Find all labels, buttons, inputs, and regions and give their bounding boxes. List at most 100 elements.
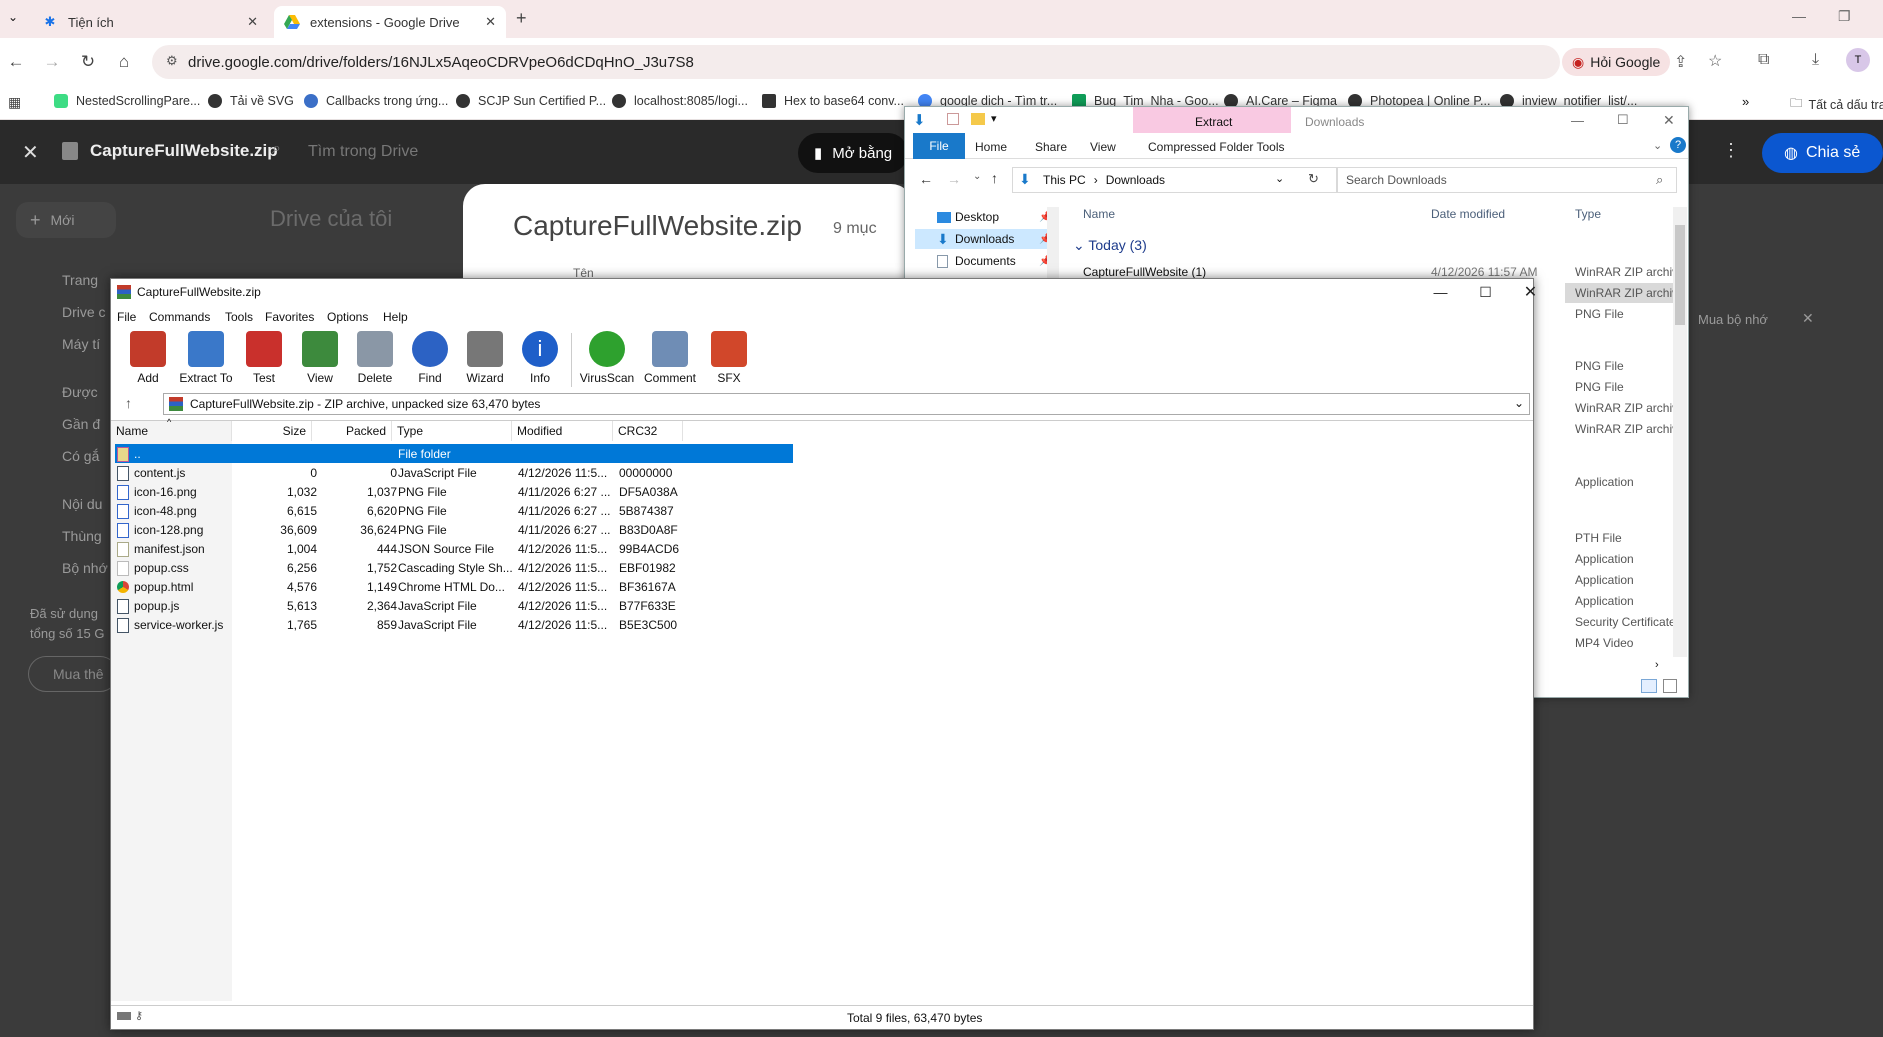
bookmark-star-icon[interactable]: ☆ bbox=[1708, 51, 1722, 71]
bookmark-item[interactable]: Callbacks trong ứng... bbox=[304, 94, 448, 108]
add-button[interactable]: Add bbox=[118, 331, 178, 385]
side-nav-item[interactable]: Drive c bbox=[62, 304, 106, 320]
extract-tab[interactable]: Extract bbox=[1133, 107, 1291, 133]
reload-icon[interactable]: ↻ bbox=[74, 48, 102, 76]
menu-tools[interactable]: Tools bbox=[225, 310, 253, 324]
buy-storage-button[interactable]: Mua thê bbox=[28, 656, 118, 692]
forward-icon[interactable]: → bbox=[38, 48, 66, 76]
close-icon[interactable]: ✕ bbox=[1663, 112, 1675, 129]
table-row[interactable]: manifest.json 1,004 444 JSON Source File 4/1… bbox=[115, 539, 793, 558]
forward-icon[interactable]: → bbox=[947, 171, 961, 187]
chevron-down-icon[interactable]: ⌄ bbox=[1514, 396, 1524, 410]
table-row[interactable]: popup.js 5,613 2,364 JavaScript File 4/12/20… bbox=[115, 596, 793, 615]
bookmark-item[interactable]: SCJP Sun Certified P... bbox=[456, 94, 606, 108]
up-icon[interactable]: ↑ bbox=[991, 170, 998, 186]
scroll-right-icon[interactable]: › bbox=[1655, 659, 1659, 671]
open-with-button[interactable]: ▮ Mở bằng bbox=[798, 133, 908, 173]
test-button[interactable]: Test bbox=[234, 331, 294, 385]
ribbon-share-tab[interactable]: Share bbox=[1035, 140, 1067, 154]
column-type[interactable]: Type bbox=[392, 421, 512, 441]
restore-icon[interactable]: ❐ bbox=[1838, 8, 1851, 25]
buy-storage-link[interactable]: Mua bộ nhớ bbox=[1698, 312, 1768, 327]
close-icon[interactable]: ✕ bbox=[22, 140, 39, 165]
wizard-button[interactable]: Wizard bbox=[455, 331, 515, 385]
side-nav-item[interactable]: Được bbox=[62, 384, 98, 400]
find-button[interactable]: Find bbox=[400, 331, 460, 385]
drive-search-input[interactable]: Tìm trong Drive bbox=[308, 143, 418, 161]
close-icon[interactable]: ✕ bbox=[485, 14, 496, 30]
explorer-search-input[interactable]: Search Downloads ⌕ bbox=[1337, 167, 1677, 193]
address-bar[interactable]: ⚙ drive.google.com/drive/folders/16NJLx5… bbox=[152, 45, 1560, 79]
breadcrumb-this-pc[interactable]: This PC bbox=[1043, 173, 1086, 187]
ask-google-button[interactable]: ◉ Hỏi Google bbox=[1562, 48, 1671, 76]
new-folder-icon[interactable] bbox=[971, 113, 985, 125]
menu-options[interactable]: Options bbox=[327, 310, 368, 324]
recent-locations-icon[interactable]: ⌄ bbox=[973, 171, 981, 182]
properties-icon[interactable] bbox=[947, 113, 959, 125]
bookmark-item[interactable]: localhost:8085/logi... bbox=[612, 94, 748, 108]
bookmark-item[interactable]: NestedScrollingPare... bbox=[54, 94, 200, 108]
maximize-icon[interactable]: ☐ bbox=[1463, 279, 1508, 305]
table-row[interactable]: icon-16.png 1,032 1,037 PNG File 4/11/2026 6… bbox=[115, 482, 793, 501]
maximize-icon[interactable]: ☐ bbox=[1617, 112, 1629, 128]
column-size[interactable]: Size bbox=[232, 421, 312, 441]
new-tab-icon[interactable]: + bbox=[516, 8, 527, 29]
table-row[interactable]: popup.html 4,576 1,149 Chrome HTML Do... 4/1… bbox=[115, 577, 793, 596]
archive-path-bar[interactable]: CaptureFullWebsite.zip - ZIP archive, un… bbox=[163, 393, 1530, 415]
menu-file[interactable]: File bbox=[117, 310, 136, 324]
minimize-icon[interactable]: — bbox=[1418, 279, 1463, 305]
large-icons-view-icon[interactable] bbox=[1663, 679, 1677, 693]
install-app-icon[interactable]: ⇪ bbox=[1674, 52, 1687, 72]
side-nav-item[interactable]: Máy tí bbox=[62, 336, 100, 352]
vertical-scrollbar[interactable] bbox=[1673, 207, 1687, 657]
new-button[interactable]: + Mới bbox=[16, 202, 116, 238]
menu-commands[interactable]: Commands bbox=[149, 310, 210, 324]
ribbon-view-tab[interactable]: View bbox=[1090, 140, 1116, 154]
side-nav-item[interactable]: Nội du bbox=[62, 496, 102, 512]
side-nav-item[interactable]: Trang bbox=[62, 272, 98, 288]
table-row[interactable]: icon-128.png 36,609 36,624 PNG File 4/11/202… bbox=[115, 520, 793, 539]
virusscan-button[interactable]: VirusScan bbox=[577, 331, 637, 385]
menu-favorites[interactable]: Favorites bbox=[265, 310, 314, 324]
close-icon[interactable]: ✕ bbox=[247, 14, 258, 30]
tab-google-drive[interactable]: extensions - Google Drive ✕ bbox=[274, 6, 506, 38]
side-nav-item[interactable]: Có gắ bbox=[62, 448, 99, 464]
table-row[interactable]: .. File folder bbox=[115, 444, 793, 463]
table-row[interactable]: popup.css 6,256 1,752 Cascading Style Sh...… bbox=[115, 558, 793, 577]
minimize-icon[interactable]: — bbox=[1571, 113, 1584, 128]
close-icon[interactable]: ✕ bbox=[1508, 279, 1553, 305]
all-bookmarks[interactable]: 🗀 Tất cả dấu tra bbox=[1790, 94, 1883, 115]
share-button[interactable]: ◍ Chia sẻ bbox=[1762, 133, 1883, 173]
extract-to-button[interactable]: Extract To bbox=[176, 331, 236, 385]
extensions-icon[interactable]: ⧉ bbox=[1758, 51, 1769, 69]
refresh-icon[interactable]: ↻ bbox=[1308, 171, 1319, 187]
ribbon-file-tab[interactable]: File bbox=[913, 133, 965, 159]
explorer-address-bar[interactable]: ⬇ This PC › Downloads ⌄ ↻ bbox=[1012, 167, 1337, 193]
ribbon-expand-icon[interactable]: ⌄ bbox=[1653, 139, 1662, 152]
view-button[interactable]: View bbox=[290, 331, 350, 385]
back-icon[interactable]: ← bbox=[2, 48, 30, 76]
nav-downloads[interactable]: ⬇ Downloads 📌 bbox=[915, 229, 1055, 249]
nav-documents[interactable]: Documents 📌 bbox=[915, 251, 1055, 271]
tab-search-icon[interactable]: ⌄ bbox=[8, 10, 18, 24]
column-type[interactable]: Type bbox=[1575, 207, 1601, 221]
ribbon-compressed-tools-tab[interactable]: Compressed Folder Tools bbox=[1148, 140, 1285, 154]
close-icon[interactable]: ✕ bbox=[1802, 310, 1814, 327]
chevron-down-icon[interactable]: ⌄ bbox=[1275, 172, 1284, 185]
apps-grid-icon[interactable]: ▦ bbox=[8, 94, 21, 111]
column-modified[interactable]: Modified bbox=[512, 421, 613, 441]
up-one-level-icon[interactable]: ↑ bbox=[125, 395, 132, 411]
more-options-icon[interactable]: ⋮ bbox=[1722, 140, 1740, 161]
scrollbar-thumb[interactable] bbox=[1675, 225, 1685, 325]
column-name[interactable]: Name ^ bbox=[111, 417, 232, 441]
delete-button[interactable]: Delete bbox=[345, 331, 405, 385]
bookmark-item[interactable]: Hex to base64 conv... bbox=[762, 94, 904, 108]
sfx-button[interactable]: SFX bbox=[699, 331, 759, 385]
breadcrumb-downloads[interactable]: Downloads bbox=[1106, 173, 1165, 187]
bookmark-item[interactable]: Tải về SVG bbox=[208, 94, 294, 108]
side-nav-item[interactable]: Bộ nhớ bbox=[62, 560, 108, 576]
minimize-icon[interactable]: — bbox=[1792, 8, 1806, 24]
column-crc32[interactable]: CRC32 bbox=[613, 421, 683, 441]
side-nav-item[interactable]: Thùng bbox=[62, 528, 102, 544]
table-row[interactable]: icon-48.png 6,615 6,620 PNG File 4/11/2026 6… bbox=[115, 501, 793, 520]
